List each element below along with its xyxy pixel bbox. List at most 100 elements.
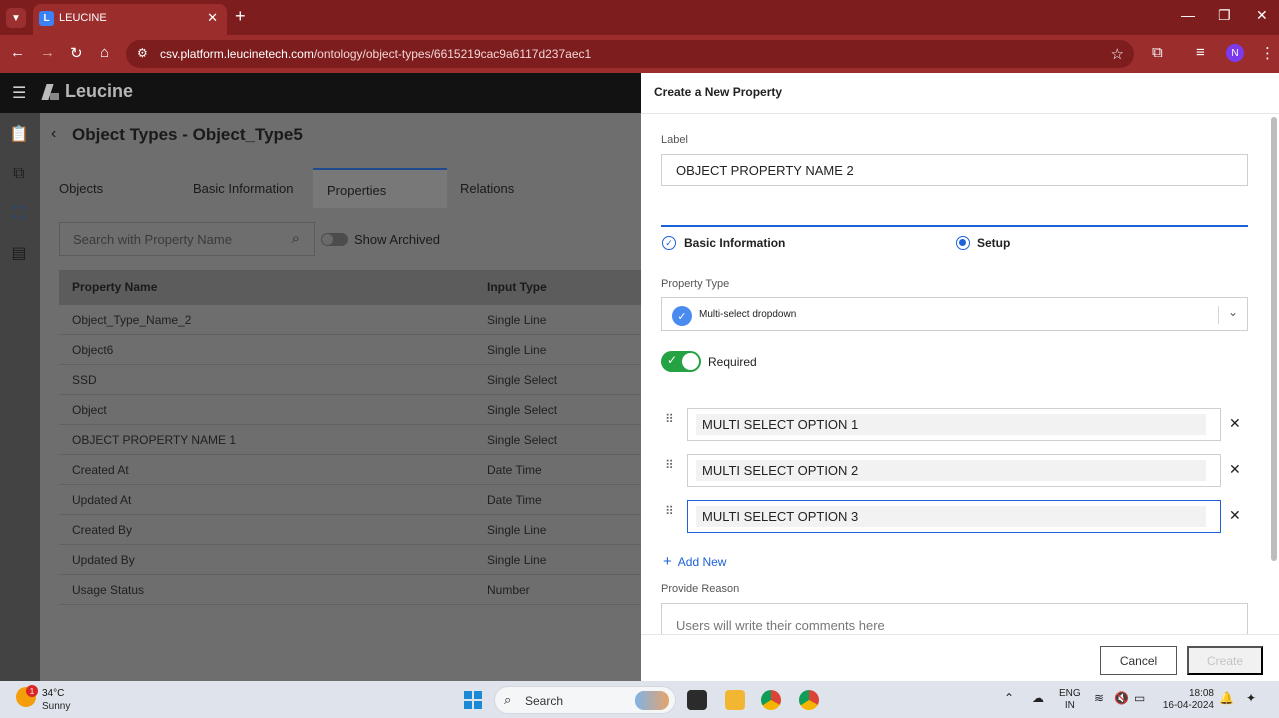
tray-chevron-up-icon[interactable]: ⌃ <box>1004 691 1014 705</box>
weather-temperature: 34°C <box>42 688 65 699</box>
label-caption: Label <box>661 134 688 146</box>
step-setup[interactable]: Setup <box>977 236 1010 250</box>
profile-avatar[interactable]: N <box>1226 44 1244 62</box>
clipboard-icon[interactable]: 📋 <box>8 123 30 145</box>
reason-placeholder: Users will write their comments here <box>676 618 885 633</box>
copilot-icon[interactable]: ✦ <box>1246 691 1256 705</box>
browser-menu-icon[interactable]: ⋮ <box>1260 44 1275 62</box>
option-input-inner: MULTI SELECT OPTION 1 <box>696 414 1206 435</box>
option-input[interactable]: MULTI SELECT OPTION 1 <box>687 408 1221 441</box>
browser-tab[interactable]: L LEUCINE ✕ <box>33 4 227 35</box>
battery-icon[interactable]: ▭ <box>1134 691 1145 705</box>
task-view-icon[interactable] <box>687 690 707 710</box>
file-explorer-icon[interactable] <box>725 690 745 710</box>
drag-handle-icon[interactable]: ⠿ <box>665 459 675 477</box>
home-icon[interactable]: ⌂ <box>100 44 109 61</box>
table-row[interactable]: Object6 Single Line <box>59 335 641 365</box>
step-basic-information[interactable]: Basic Information <box>684 236 785 250</box>
remove-option-icon[interactable]: ✕ <box>1229 507 1241 524</box>
cell-property-name: Created By <box>72 523 133 537</box>
taskbar-search[interactable]: ⌕ Search <box>494 686 676 714</box>
windows-start-icon[interactable] <box>464 691 482 709</box>
option-row: ⠿ MULTI SELECT OPTION 1 ✕ <box>661 408 1246 441</box>
table-row[interactable]: Created At Date Time <box>59 455 641 485</box>
cell-property-name: Object_Type_Name_2 <box>72 313 192 327</box>
tab-basic-information[interactable]: Basic Information <box>179 168 313 208</box>
maximize-icon[interactable]: ❐ <box>1218 7 1231 24</box>
language-indicator[interactable]: ENG IN <box>1059 688 1081 712</box>
property-tabs: Objects Basic Information Properties Rel… <box>40 168 641 208</box>
forward-arrow-icon[interactable]: → <box>40 44 55 61</box>
workflow-icon[interactable]: ⧉ <box>8 163 30 185</box>
bookmark-star-icon[interactable]: ☆ <box>1111 45 1124 63</box>
drawer-scrollbar[interactable] <box>1271 117 1277 561</box>
option-input[interactable]: MULTI SELECT OPTION 2 <box>687 454 1221 487</box>
option-value: MULTI SELECT OPTION 2 <box>702 463 859 478</box>
drag-handle-icon[interactable]: ⠿ <box>665 413 675 431</box>
ontology-icon[interactable]: ⛶ <box>8 203 30 225</box>
search-icon[interactable]: ⌕ <box>292 230 300 247</box>
onedrive-icon[interactable]: ☁ <box>1032 691 1044 705</box>
table-row[interactable]: SSD Single Select <box>59 365 641 395</box>
label-input[interactable]: OBJECT PROPERTY NAME 2 <box>661 154 1248 186</box>
search-placeholder: Search with Property Name <box>73 232 232 247</box>
new-tab-icon[interactable]: + <box>235 6 246 27</box>
back-chevron-icon[interactable]: ‹ <box>51 125 56 143</box>
page-title: Object Types - Object_Type5 <box>72 125 303 144</box>
tab-search-dropdown-icon[interactable]: ▼ <box>6 8 26 28</box>
clock[interactable]: 18:08 16-04-2024 <box>1162 688 1214 712</box>
check-icon: ✓ <box>667 353 678 367</box>
reason-caption: Provide Reason <box>661 583 740 595</box>
browser-address-bar: ← → ↻ ⌂ ⚙ csv.platform.leucinetech.com/o… <box>0 35 1279 73</box>
notification-bell-icon[interactable]: 🔔 <box>1219 691 1234 705</box>
property-type-caption: Property Type <box>661 278 730 290</box>
table-row[interactable]: Usage Status Number <box>59 575 641 605</box>
url-field[interactable]: ⚙ csv.platform.leucinetech.com/ontology/… <box>126 40 1134 68</box>
logo-text: Leucine <box>65 81 134 101</box>
table-row[interactable]: Object_Type_Name_2 Single Line <box>59 305 641 335</box>
reload-icon[interactable]: ↻ <box>70 44 83 62</box>
chrome-profile-icon[interactable] <box>799 690 819 710</box>
tab-title: LEUCINE <box>59 12 107 24</box>
cell-property-name: SSD <box>72 373 97 387</box>
remove-option-icon[interactable]: ✕ <box>1229 461 1241 478</box>
create-button[interactable]: Create <box>1187 646 1263 675</box>
drawer-header: Create a New Property <box>641 73 1279 114</box>
tab-objects[interactable]: Objects <box>45 168 165 208</box>
tab-relations[interactable]: Relations <box>446 168 580 208</box>
required-toggle[interactable]: ✓ <box>661 351 701 372</box>
plus-icon: + <box>663 553 672 570</box>
reports-icon[interactable]: ▤ <box>8 242 30 264</box>
leucine-favicon-icon: L <box>39 11 54 26</box>
window-close-icon[interactable]: ✕ <box>1256 7 1268 24</box>
tab-close-icon[interactable]: ✕ <box>207 10 218 26</box>
chevron-down-icon[interactable]: ⌄ <box>1228 305 1238 319</box>
back-arrow-icon[interactable]: ← <box>10 44 25 61</box>
search-input[interactable]: Search with Property Name ⌕ <box>59 222 315 256</box>
property-type-select[interactable]: ✓ Multi-select dropdown ⌄ <box>661 297 1248 331</box>
site-info-icon[interactable]: ⚙ <box>137 46 148 60</box>
table-row[interactable]: Updated At Date Time <box>59 485 641 515</box>
multi-select-icon: ✓ <box>672 306 692 326</box>
show-archived-toggle[interactable] <box>321 233 348 246</box>
chrome-icon[interactable] <box>761 690 781 710</box>
extensions-icon[interactable]: ⧉ <box>1152 44 1163 61</box>
hamburger-menu-icon[interactable]: ☰ <box>12 83 26 103</box>
table-row[interactable]: Object Single Select <box>59 395 641 425</box>
wifi-icon[interactable]: ≋ <box>1094 691 1104 705</box>
table-row[interactable]: Updated By Single Line <box>59 545 641 575</box>
option-input-focused[interactable]: MULTI SELECT OPTION 3 <box>687 500 1221 533</box>
property-type-value: Multi-select dropdown <box>699 309 797 320</box>
volume-muted-icon[interactable]: 🔇 <box>1114 691 1129 705</box>
step-complete-icon: ✓ <box>662 236 676 250</box>
add-new-option-button[interactable]: + Add New <box>663 553 726 570</box>
drag-handle-icon[interactable]: ⠿ <box>665 505 675 523</box>
media-controls-icon[interactable]: ≡ <box>1196 44 1205 61</box>
minimize-icon[interactable]: — <box>1181 7 1195 23</box>
table-row[interactable]: Created By Single Line <box>59 515 641 545</box>
cancel-button[interactable]: Cancel <box>1100 646 1177 675</box>
table-row[interactable]: OBJECT PROPERTY NAME 1 Single Select <box>59 425 641 455</box>
tab-properties[interactable]: Properties <box>313 168 447 208</box>
remove-option-icon[interactable]: ✕ <box>1229 415 1241 432</box>
cell-input-type: Single Line <box>487 313 547 327</box>
